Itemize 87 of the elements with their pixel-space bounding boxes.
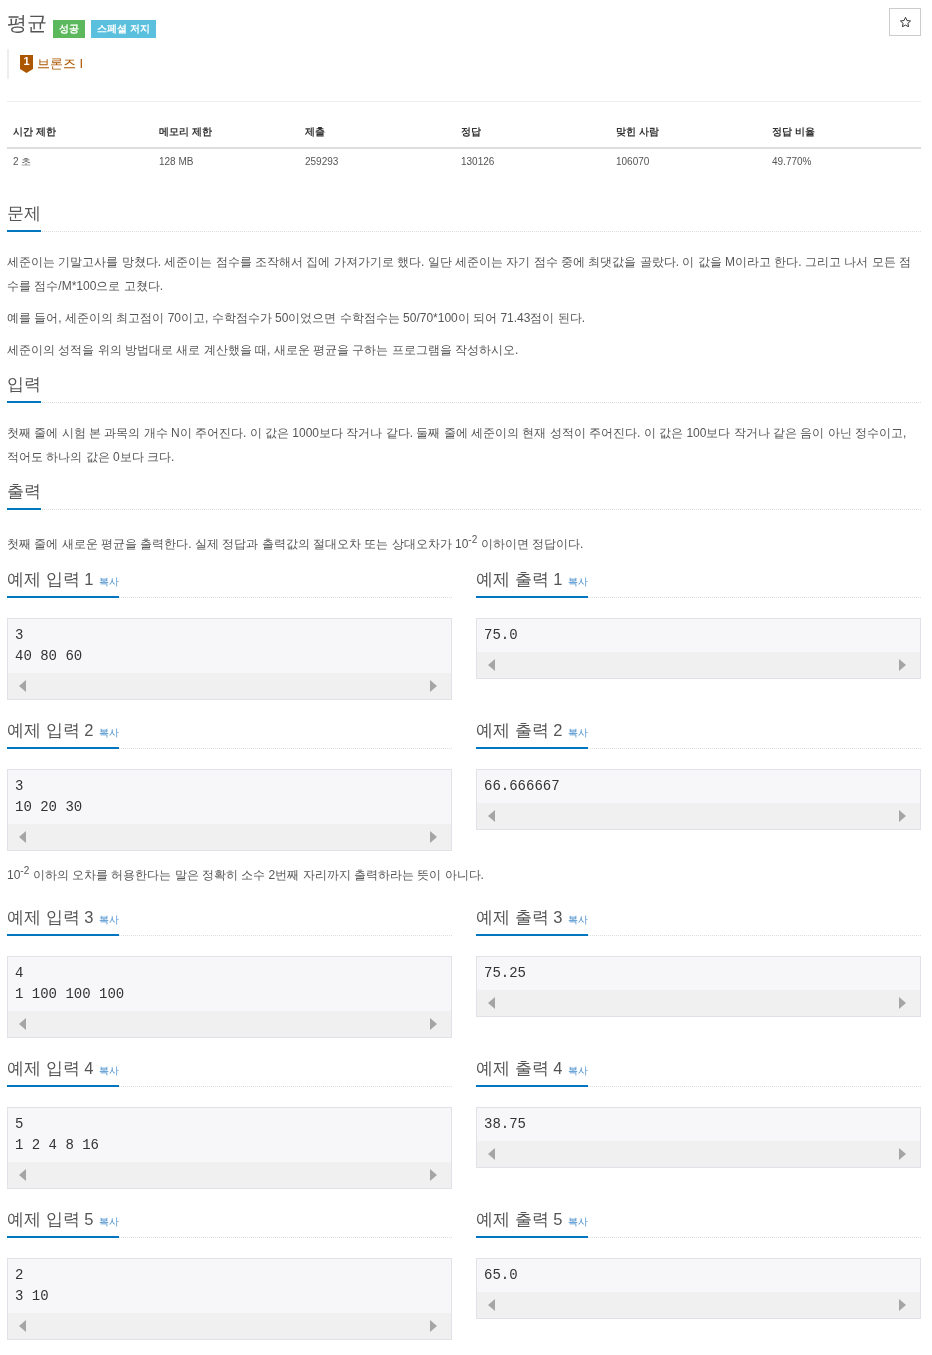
column-header: 메모리 제한 xyxy=(158,125,213,139)
tier-link[interactable]: 브론즈 I xyxy=(37,55,84,73)
scroll-left-icon[interactable] xyxy=(488,659,495,671)
problem-title: 평균 xyxy=(7,11,47,36)
scroll-right-icon[interactable] xyxy=(899,659,906,671)
scroll-right-icon[interactable] xyxy=(430,1169,437,1181)
sample-text: 3 10 20 30 xyxy=(14,777,84,817)
scrollbar[interactable] xyxy=(8,1313,451,1339)
scroll-left-icon[interactable] xyxy=(488,1148,495,1160)
copy-link[interactable]: 복사 xyxy=(568,575,589,589)
sample-title: 예제 입력 4 xyxy=(7,1058,94,1079)
sample-text: 75.25 xyxy=(483,964,527,983)
table-cell-text: 106070 xyxy=(615,155,651,169)
sample-text: 4 1 100 100 100 xyxy=(14,964,126,1004)
table-cell-text: 49.770% xyxy=(771,155,813,169)
table-cell-text: 259293 xyxy=(304,155,340,169)
scroll-right-icon[interactable] xyxy=(899,1299,906,1311)
scroll-left-icon[interactable] xyxy=(19,1320,26,1332)
copy-link[interactable]: 복사 xyxy=(99,1215,120,1229)
scroll-right-icon[interactable] xyxy=(430,1018,437,1030)
scroll-right-icon[interactable] xyxy=(899,1148,906,1160)
favorite-button[interactable] xyxy=(889,8,921,36)
column-header: 정답 xyxy=(460,125,482,139)
sample-title: 예제 출력 5 xyxy=(476,1209,563,1230)
scroll-left-icon[interactable] xyxy=(19,1018,26,1030)
sample-text: 65.0 xyxy=(483,1266,519,1285)
scrollbar[interactable] xyxy=(8,1011,451,1037)
copy-link[interactable]: 복사 xyxy=(99,726,120,740)
scrollbar[interactable] xyxy=(8,1162,451,1188)
copy-link[interactable]: 복사 xyxy=(99,575,120,589)
sample-text: 66.666667 xyxy=(483,777,561,796)
copy-link[interactable]: 복사 xyxy=(568,726,589,740)
scroll-left-icon[interactable] xyxy=(19,1169,26,1181)
paragraph: 세준이의 성적을 위의 방법대로 새로 계산했을 때, 새로운 평균을 구하는 프로그램을 작성하시오. xyxy=(7,342,520,359)
scroll-right-icon[interactable] xyxy=(899,810,906,822)
column-header: 제출 xyxy=(304,125,326,139)
scrollbar[interactable] xyxy=(477,1292,920,1318)
sample-title: 예제 출력 3 xyxy=(476,907,563,928)
scroll-left-icon[interactable] xyxy=(488,1299,495,1311)
column-header: 맞힌 사람 xyxy=(615,125,660,139)
sample-title: 예제 출력 1 xyxy=(476,569,563,590)
paragraph: 첫째 줄에 새로운 평균을 출력한다. 실제 정답과 출력값의 절대오차 또는 상대오차가 10$^{-2}$ 이하이면 정답이다. xyxy=(7,533,585,553)
column-header: 정답 비율 xyxy=(771,125,816,139)
paragraph: 세준이는 기말고사를 망쳤다. 세준이는 점수를 조작해서 집에 가져가기로 했다. 일단 세준이는 자기 점수 중에 최댓값을 골랐다. 이 값을 M이라고 한다. 그리고 나서 모든 점수를 점수/M*100으로 고쳤다. xyxy=(7,254,912,295)
scrollbar[interactable] xyxy=(8,824,451,850)
column-header: 시간 제한 xyxy=(12,125,57,139)
scrollbar[interactable] xyxy=(477,1141,920,1167)
sample-title: 예제 입력 2 xyxy=(7,720,94,741)
scroll-right-icon[interactable] xyxy=(430,1320,437,1332)
tier-badge: 1 xyxy=(20,55,33,73)
sample-title: 예제 출력 4 xyxy=(476,1058,563,1079)
sample-title: 예제 입력 5 xyxy=(7,1209,94,1230)
sample-text: 5 1 2 4 8 16 xyxy=(14,1115,100,1155)
table-cell-text: 128 MB xyxy=(158,155,195,169)
copy-link[interactable]: 복사 xyxy=(99,913,120,927)
status-badge: 성공 xyxy=(53,20,85,38)
scrollbar[interactable] xyxy=(8,673,451,699)
sample-text: 2 3 10 xyxy=(14,1266,50,1306)
table-cell-text: 2 초 xyxy=(12,155,33,169)
scrollbar[interactable] xyxy=(477,990,920,1016)
scroll-right-icon[interactable] xyxy=(430,831,437,843)
paragraph: 첫째 줄에 시험 본 과목의 개수 N이 주어진다. 이 값은 1000보다 작거나 같다. 둘째 줄에 세준이의 현재 성적이 주어진다. 이 값은 100보다 작거나 같은 음이 아닌 정수이고, 적어도 하나의 값은 0보다 크다. xyxy=(7,425,908,466)
scroll-left-icon[interactable] xyxy=(19,680,26,692)
section-title: 입력 xyxy=(7,371,41,403)
scrollbar[interactable] xyxy=(477,803,920,829)
copy-link[interactable]: 복사 xyxy=(568,1064,589,1078)
scroll-left-icon[interactable] xyxy=(19,831,26,843)
sample-text: 3 40 80 60 xyxy=(14,626,84,666)
copy-link[interactable]: 복사 xyxy=(568,1215,589,1229)
scroll-right-icon[interactable] xyxy=(899,997,906,1009)
scroll-left-icon[interactable] xyxy=(488,997,495,1009)
sample-title: 예제 입력 1 xyxy=(7,569,94,590)
section-title: 출력 xyxy=(7,478,41,510)
scroll-left-icon[interactable] xyxy=(488,810,495,822)
table-cell-text: 130126 xyxy=(460,155,496,169)
paragraph: 10$^{-2}$ 이하의 오차를 허용한다는 말은 정확히 소수 2번째 자리까지 출력하라는 뜻이 아니다. xyxy=(7,864,485,884)
sample-text: 38.75 xyxy=(483,1115,527,1134)
status-badge: 스페셜 저지 xyxy=(91,20,156,38)
paragraph: 예를 들어, 세준이의 최고점이 70이고, 수학점수가 50이었으면 수학점수는 50/70*100이 되어 71.43점이 된다. xyxy=(7,310,587,327)
sample-title: 예제 입력 3 xyxy=(7,907,94,928)
sample-text: 75.0 xyxy=(483,626,519,645)
sample-title: 예제 출력 2 xyxy=(476,720,563,741)
copy-link[interactable]: 복사 xyxy=(99,1064,120,1078)
section-title: 문제 xyxy=(7,200,41,232)
scrollbar[interactable] xyxy=(477,652,920,678)
scroll-right-icon[interactable] xyxy=(430,680,437,692)
copy-link[interactable]: 복사 xyxy=(568,913,589,927)
